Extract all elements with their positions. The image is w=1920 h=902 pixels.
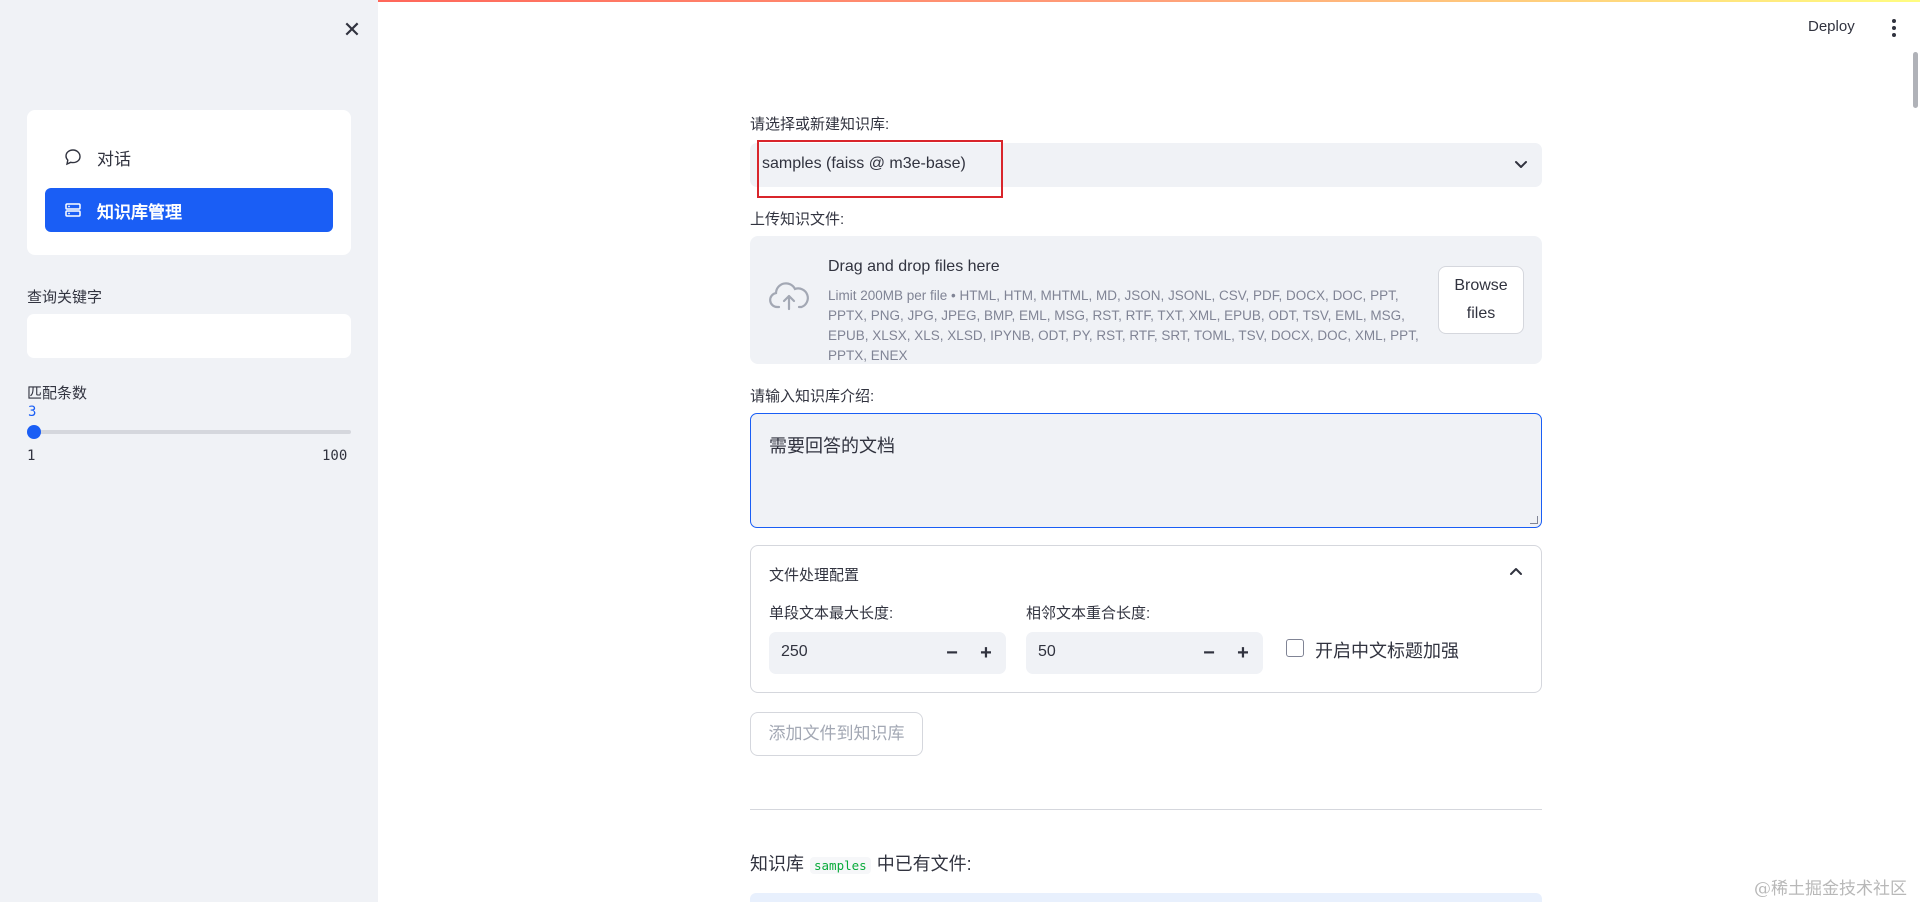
- add-files-button[interactable]: 添加文件到知识库: [750, 712, 923, 756]
- chunk-size-value[interactable]: 250: [781, 643, 808, 661]
- browse-files-button[interactable]: Browse files: [1438, 266, 1524, 334]
- info-box: [750, 893, 1542, 902]
- zh-title-label[interactable]: 开启中文标题加强: [1315, 637, 1459, 663]
- plus-icon[interactable]: +: [972, 639, 1000, 667]
- slider-thumb[interactable]: [27, 425, 41, 439]
- resize-handle[interactable]: [1530, 516, 1538, 524]
- close-icon[interactable]: ✕: [340, 18, 364, 42]
- overlap-label: 相邻文本重合长度:: [1026, 605, 1151, 622]
- intro-textarea-value: 需要回答的文档: [769, 436, 895, 456]
- kb-name-code: samples: [810, 857, 871, 874]
- kb-files-suffix: 中已有文件:: [876, 854, 972, 874]
- sidebar-menu: 对话 知识库管理: [27, 110, 351, 255]
- match-count-label: 匹配条数: [27, 385, 88, 402]
- keyword-input[interactable]: [27, 314, 351, 358]
- kb-select[interactable]: samples (faiss @ m3e-base): [750, 143, 1542, 187]
- overlap-value[interactable]: 50: [1038, 643, 1056, 661]
- keyword-label: 查询关键字: [27, 289, 103, 306]
- slider-track[interactable]: [33, 430, 351, 434]
- chunk-size-label: 单段文本最大长度:: [769, 605, 894, 622]
- database-icon: [63, 200, 83, 220]
- divider: [750, 809, 1542, 810]
- intro-textarea[interactable]: 需要回答的文档: [750, 413, 1542, 528]
- zh-title-checkbox[interactable]: [1286, 639, 1304, 657]
- kb-files-heading: 知识库 samples 中已有文件:: [750, 850, 972, 876]
- sidebar: ✕ 对话 知识库管理 查询关键字 匹配条数 3 1 100: [0, 0, 378, 902]
- chunk-size-stepper[interactable]: 250 − +: [769, 632, 1006, 674]
- kb-select-value: samples (faiss @ m3e-base): [762, 155, 966, 172]
- upload-label: 上传知识文件:: [750, 211, 845, 228]
- deploy-button[interactable]: Deploy: [1808, 18, 1855, 35]
- plus-icon[interactable]: +: [1229, 639, 1257, 667]
- select-kb-label: 请选择或新建知识库:: [750, 116, 890, 133]
- sidebar-item-label: 知识库管理: [97, 202, 182, 222]
- config-expander: 文件处理配置 单段文本最大长度: 250 − + 相邻文本重合长度: 50 − …: [750, 545, 1542, 693]
- dropzone-limit: Limit 200MB per file • HTML, HTM, MHTML,…: [828, 288, 1419, 363]
- chat-bubble-icon: [63, 147, 83, 167]
- cloud-upload-icon: [769, 282, 809, 311]
- kebab-menu-icon[interactable]: [1888, 16, 1900, 40]
- slider-value: 3: [28, 404, 37, 420]
- intro-label: 请输入知识库介绍:: [750, 388, 875, 405]
- minus-icon[interactable]: −: [1195, 639, 1223, 667]
- config-title: 文件处理配置: [769, 567, 860, 584]
- overlap-stepper[interactable]: 50 − +: [1026, 632, 1263, 674]
- sidebar-item-kb-management[interactable]: 知识库管理: [45, 188, 333, 232]
- file-dropzone[interactable]: Drag and drop files here Limit 200MB per…: [750, 236, 1542, 364]
- slider-max-label: 100: [322, 448, 348, 464]
- chevron-up-icon[interactable]: [1509, 564, 1523, 578]
- dropzone-title: Drag and drop files here: [828, 258, 1000, 275]
- minus-icon[interactable]: −: [938, 639, 966, 667]
- sidebar-item-label: 对话: [97, 149, 131, 169]
- sidebar-item-chat[interactable]: 对话: [45, 135, 333, 179]
- chevron-down-icon: [1515, 161, 1527, 168]
- watermark: @稀土掘金技术社区: [1754, 879, 1907, 899]
- slider-min-label: 1: [27, 448, 36, 464]
- scrollbar[interactable]: [1913, 52, 1918, 108]
- kb-files-prefix: 知识库: [750, 854, 804, 874]
